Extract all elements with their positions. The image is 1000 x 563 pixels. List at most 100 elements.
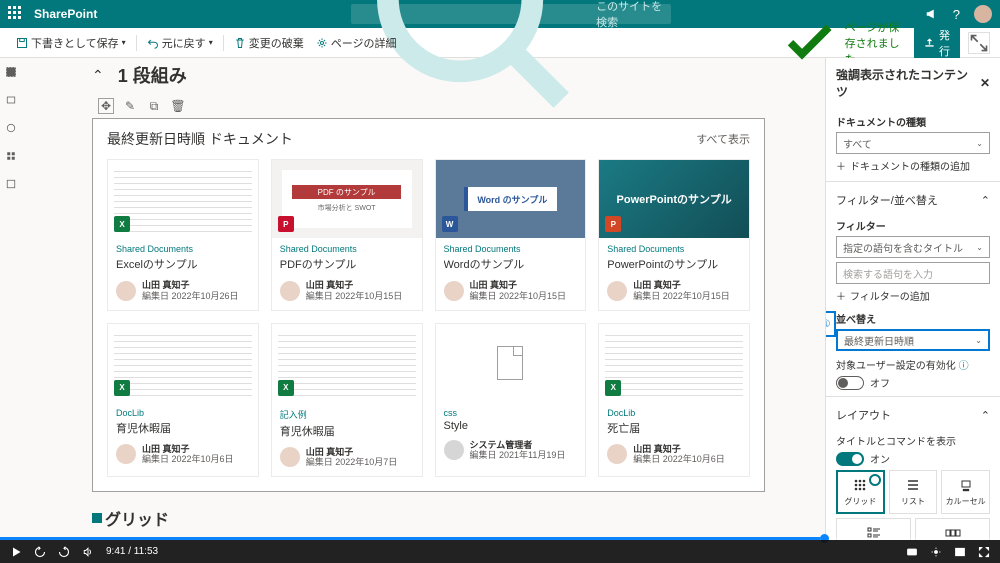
discard-button[interactable]: 変更の破棄 <box>228 35 310 51</box>
chevron-down-icon: ▾ <box>122 38 126 47</box>
filter-label: フィルター <box>836 218 990 233</box>
document-card[interactable]: PDF のサンプル市場分析と SWOTPShared DocumentsPDFの… <box>271 159 423 311</box>
add-filter-link[interactable]: ＋フィルターの追加 <box>836 288 990 303</box>
doc-type-label: ドキュメントの種類 <box>836 114 990 129</box>
author-text: 山田 真知子編集日 2022年10月15日 <box>633 280 730 302</box>
fullscreen-icon[interactable] <box>978 546 990 558</box>
card-thumbnail: PDF のサンプル市場分析と SWOTP <box>272 160 422 238</box>
delete-webpart-button[interactable]: 🗑 <box>170 98 186 114</box>
card-title: Excelのサンプル <box>116 256 250 272</box>
card-library: css <box>444 408 578 418</box>
expand-editor-button[interactable] <box>968 32 990 54</box>
publish-button[interactable]: 発行 <box>914 23 960 63</box>
rewind-icon[interactable] <box>34 546 46 558</box>
forward-icon[interactable] <box>58 546 70 558</box>
author-text: 山田 真知子編集日 2022年10月6日 <box>633 444 725 466</box>
publish-icon <box>924 37 935 48</box>
powerpoint-icon: P <box>605 216 621 232</box>
author-avatar <box>116 444 136 464</box>
audience-toggle[interactable] <box>836 376 864 390</box>
layout-grid-label: グリッド <box>844 496 876 507</box>
rail-item[interactable] <box>3 176 19 192</box>
author-text: 山田 真知子編集日 2022年10月7日 <box>306 447 398 469</box>
document-card[interactable]: XDocLib育児休暇届山田 真知子編集日 2022年10月6日 <box>107 323 259 478</box>
move-webpart-button[interactable]: ✥ <box>98 98 114 114</box>
rail-item[interactable] <box>3 92 19 108</box>
expand-icon <box>969 33 989 53</box>
chevron-down-icon: ⌄ <box>976 139 983 148</box>
excel-icon: X <box>114 380 130 396</box>
doc-type-value: すべて <box>843 136 872 151</box>
rail-item[interactable] <box>3 120 19 136</box>
card-title: Wordのサンプル <box>444 256 578 272</box>
divider <box>223 35 224 51</box>
author-avatar <box>444 281 464 301</box>
page-details-button[interactable]: ページの詳細 <box>310 35 403 51</box>
card-title: PDFのサンプル <box>280 256 414 272</box>
divider <box>136 35 137 51</box>
filter-term-input[interactable]: 検索する語句を入力 <box>836 262 990 284</box>
info-icon[interactable]: ⓘ <box>959 361 969 372</box>
chevron-down-icon: ⌄ <box>976 243 983 252</box>
show-title-toggle[interactable] <box>836 452 864 466</box>
chevron-down-icon: ▾ <box>209 38 213 47</box>
card-title: 死亡届 <box>607 420 741 436</box>
add-section-button[interactable] <box>3 64 19 80</box>
edit-webpart-button[interactable]: ✎ <box>122 98 138 114</box>
excel-icon: X <box>114 216 130 232</box>
filter-sort-header[interactable]: フィルター/並べ替え⌃ <box>836 188 990 212</box>
search-input[interactable]: このサイトを検索 <box>351 4 671 24</box>
megaphone-icon[interactable] <box>925 7 939 21</box>
rail-item[interactable] <box>3 148 19 164</box>
volume-icon[interactable] <box>82 546 94 558</box>
save-icon <box>16 37 28 49</box>
document-card[interactable]: X Shared Documents Excelのサンプル山田 真知子編集日 202… <box>107 159 259 311</box>
author-text: 山田 真知子編集日 2022年10月15日 <box>470 280 567 302</box>
grid-heading: グリッド <box>92 506 765 530</box>
layout-option-list[interactable]: リスト <box>889 470 938 514</box>
doc-type-select[interactable]: すべて ⌄ <box>836 132 990 154</box>
duplicate-webpart-button[interactable]: ⧉ <box>146 98 162 114</box>
close-panel-button[interactable]: ✕ <box>980 76 990 90</box>
document-card[interactable]: Word のサンプルWShared DocumentsWordのサンプル山田 真… <box>435 159 587 311</box>
collapse-section-icon[interactable]: ⌃ <box>92 67 104 84</box>
trash-icon <box>234 37 246 49</box>
card-library: Shared Documents <box>116 244 250 254</box>
author-text: 山田 真知子編集日 2022年10月26日 <box>142 280 239 302</box>
chevron-down-icon: ⌄ <box>975 336 982 345</box>
author-avatar <box>607 444 627 464</box>
sort-label: 並べ替え <box>836 311 990 326</box>
layout-option-carousel[interactable]: カルーセル <box>941 470 990 514</box>
filter-type-select[interactable]: 指定の語句を含むタイトル⌄ <box>836 236 990 258</box>
undo-icon <box>147 37 159 49</box>
layout-header[interactable]: レイアウト⌃ <box>836 403 990 427</box>
user-avatar[interactable] <box>974 5 992 23</box>
search-placeholder: このサイトを検索 <box>596 0 663 30</box>
author-avatar <box>444 440 464 460</box>
sort-select[interactable]: 最終更新日時順⌄ <box>836 329 990 351</box>
show-title-label: タイトルとコマンドを表示 <box>836 433 990 448</box>
document-card[interactable]: XDocLib死亡届山田 真知子編集日 2022年10月6日 <box>598 323 750 478</box>
video-time: 9:41 / 11:53 <box>106 546 158 557</box>
app-launcher-icon[interactable] <box>8 6 24 22</box>
publish-label: 発行 <box>939 27 950 59</box>
page-details-label: ページの詳細 <box>331 35 397 51</box>
card-library: 記入例 <box>280 408 414 421</box>
add-doc-type-link[interactable]: ＋ドキュメントの種類の追加 <box>836 158 990 173</box>
card-thumbnail <box>436 324 586 402</box>
document-card[interactable]: cssStyleシステム管理者編集日 2021年11月19日 <box>435 323 587 478</box>
save-draft-button[interactable]: 下書きとして保存 ▾ <box>10 35 132 51</box>
help-icon[interactable]: ? <box>953 7 960 22</box>
document-card[interactable]: X記入例育児休暇届山田 真知子編集日 2022年10月7日 <box>271 323 423 478</box>
document-card[interactable]: PowerPointのサンプルPShared DocumentsPowerPoi… <box>598 159 750 311</box>
undo-button[interactable]: 元に戻す ▾ <box>141 35 219 51</box>
excel-icon: X <box>278 380 294 396</box>
captions-icon[interactable] <box>906 546 918 558</box>
show-title-state: オン <box>870 451 890 466</box>
layout-option-grid[interactable]: グリッド <box>836 470 885 514</box>
settings-icon[interactable] <box>930 546 942 558</box>
play-icon[interactable] <box>10 546 22 558</box>
carousel-icon <box>958 477 974 493</box>
see-all-link[interactable]: すべて表示 <box>696 131 750 147</box>
pip-icon[interactable] <box>954 546 966 558</box>
